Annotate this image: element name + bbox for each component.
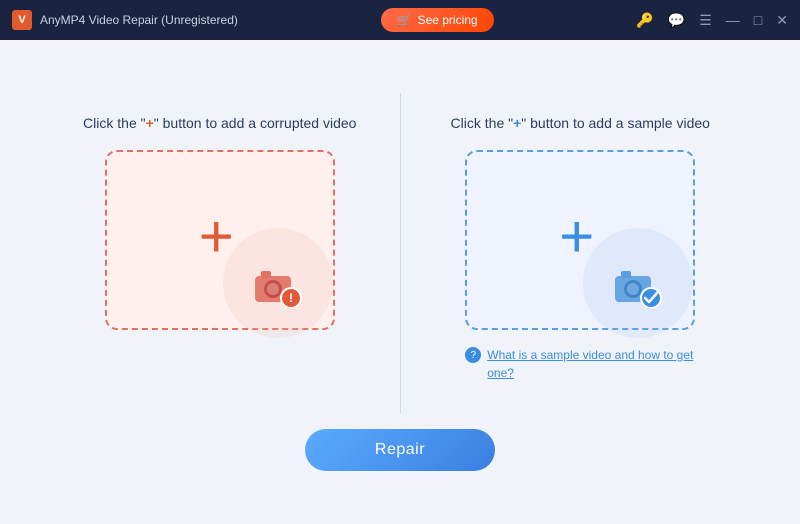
repair-section: Repair: [305, 429, 495, 471]
corrupted-instruction: Click the "+" button to add a corrupted …: [83, 113, 356, 134]
corrupted-camera-icon: !: [251, 266, 305, 308]
close-button[interactable]: ✕: [776, 12, 788, 29]
sample-video-panel: Click the "+" button to add a sample vid…: [401, 93, 761, 402]
title-bar-center: 🛒 See pricing: [381, 8, 494, 32]
sample-instruction: Click the "+" button to add a sample vid…: [451, 113, 710, 134]
sample-drop-zone-inner: +: [467, 152, 693, 328]
title-bar-controls: 🔑 💬 ☰ — □ ✕: [636, 12, 788, 29]
app-icon: V: [12, 10, 32, 30]
sample-camera-icon: [611, 266, 665, 308]
maximize-button[interactable]: □: [754, 13, 762, 27]
see-pricing-label: See pricing: [418, 13, 478, 27]
see-pricing-button[interactable]: 🛒 See pricing: [381, 8, 494, 32]
title-bar-left: V AnyMP4 Video Repair (Unregistered): [12, 10, 238, 30]
sample-plus-text: +: [513, 115, 521, 131]
title-bar: V AnyMP4 Video Repair (Unregistered) 🛒 S…: [0, 0, 800, 40]
corrupted-video-panel: Click the "+" button to add a corrupted …: [40, 93, 400, 350]
sample-drop-zone[interactable]: +: [465, 150, 695, 330]
main-content: Click the "+" button to add a corrupted …: [0, 40, 800, 524]
chat-icon[interactable]: 💬: [668, 13, 685, 27]
repair-button[interactable]: Repair: [305, 429, 495, 471]
corrupted-plus-icon: +: [199, 207, 234, 267]
sample-plus-icon: +: [559, 207, 594, 267]
app-title: AnyMP4 Video Repair (Unregistered): [40, 13, 238, 27]
cart-icon: 🛒: [397, 13, 412, 27]
key-icon[interactable]: 🔑: [636, 13, 653, 27]
sample-link-text: What is a sample video and how to get on…: [487, 346, 695, 382]
minimize-button[interactable]: —: [726, 13, 740, 27]
panels-container: Click the "+" button to add a corrupted …: [40, 93, 760, 413]
corrupted-plus-text: +: [146, 115, 154, 131]
corrupted-drop-zone[interactable]: +: [105, 150, 335, 330]
help-icon: ?: [465, 347, 481, 363]
svg-text:!: !: [289, 291, 293, 305]
menu-icon[interactable]: ☰: [699, 13, 712, 27]
corrupted-drop-zone-inner: +: [107, 152, 333, 328]
sample-help-link[interactable]: ? What is a sample video and how to get …: [465, 346, 695, 382]
